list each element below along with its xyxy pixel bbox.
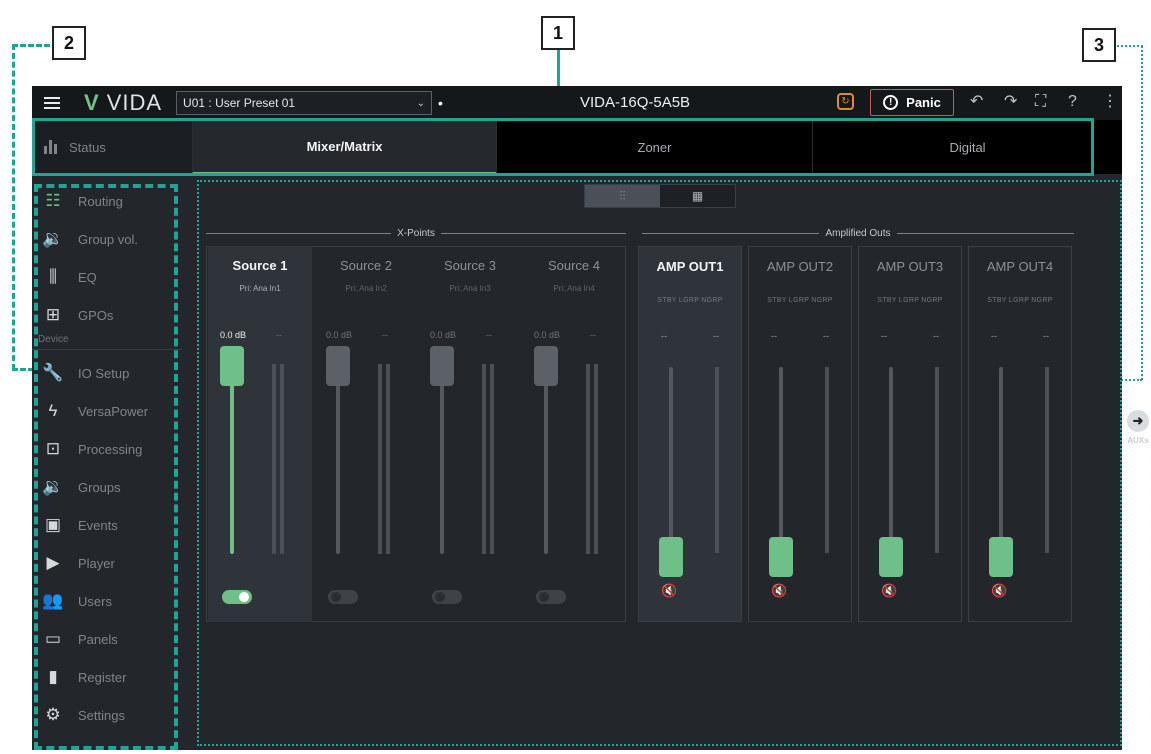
unsaved-indicator: •: [438, 95, 443, 111]
callout-3: 3: [1082, 28, 1116, 62]
panic-label: Panic: [906, 95, 941, 110]
callout-3-leader-top: [1117, 45, 1143, 47]
device-name: VIDA-16Q-5A5B: [580, 94, 691, 111]
alert-icon: !: [883, 95, 899, 110]
callout-1: 1: [541, 16, 575, 50]
more-vert-icon[interactable]: ⋮: [1102, 93, 1118, 111]
panic-button[interactable]: ! Panic: [870, 89, 954, 116]
redo-icon[interactable]: ↷: [1004, 93, 1017, 111]
aux-button[interactable]: ➜ AUXs: [1118, 410, 1151, 445]
help-icon[interactable]: ?: [1068, 93, 1077, 111]
preset-value: U01 : User Preset 01: [183, 96, 296, 110]
menu-icon[interactable]: [44, 94, 60, 112]
sync-icon[interactable]: ↻: [837, 93, 854, 110]
callout-2-leader: [12, 44, 15, 370]
logo-text: VIDA: [106, 90, 163, 115]
callout-2-leader-top: [12, 44, 50, 47]
undo-icon[interactable]: ↶: [970, 93, 983, 111]
chevron-down-icon: ⌄: [416, 97, 426, 109]
highlight-tabs: [32, 118, 1094, 176]
preset-select[interactable]: U01 : User Preset 01 ⌄: [176, 91, 433, 115]
callout-2: 2: [52, 26, 86, 60]
callout-2-leader-bottom: [12, 368, 34, 371]
logo-mark: V: [84, 90, 99, 115]
arrow-right-icon: ➜: [1127, 410, 1149, 432]
aux-label: AUXs: [1127, 436, 1149, 445]
callout-3-leader: [1141, 46, 1143, 380]
highlight-sidebar: [34, 184, 178, 750]
fullscreen-icon[interactable]: ⛶: [1035, 93, 1046, 111]
highlight-main: [197, 180, 1122, 746]
top-bar: V VIDA U01 : User Preset 01 ⌄ • VIDA-16Q…: [32, 86, 1122, 120]
